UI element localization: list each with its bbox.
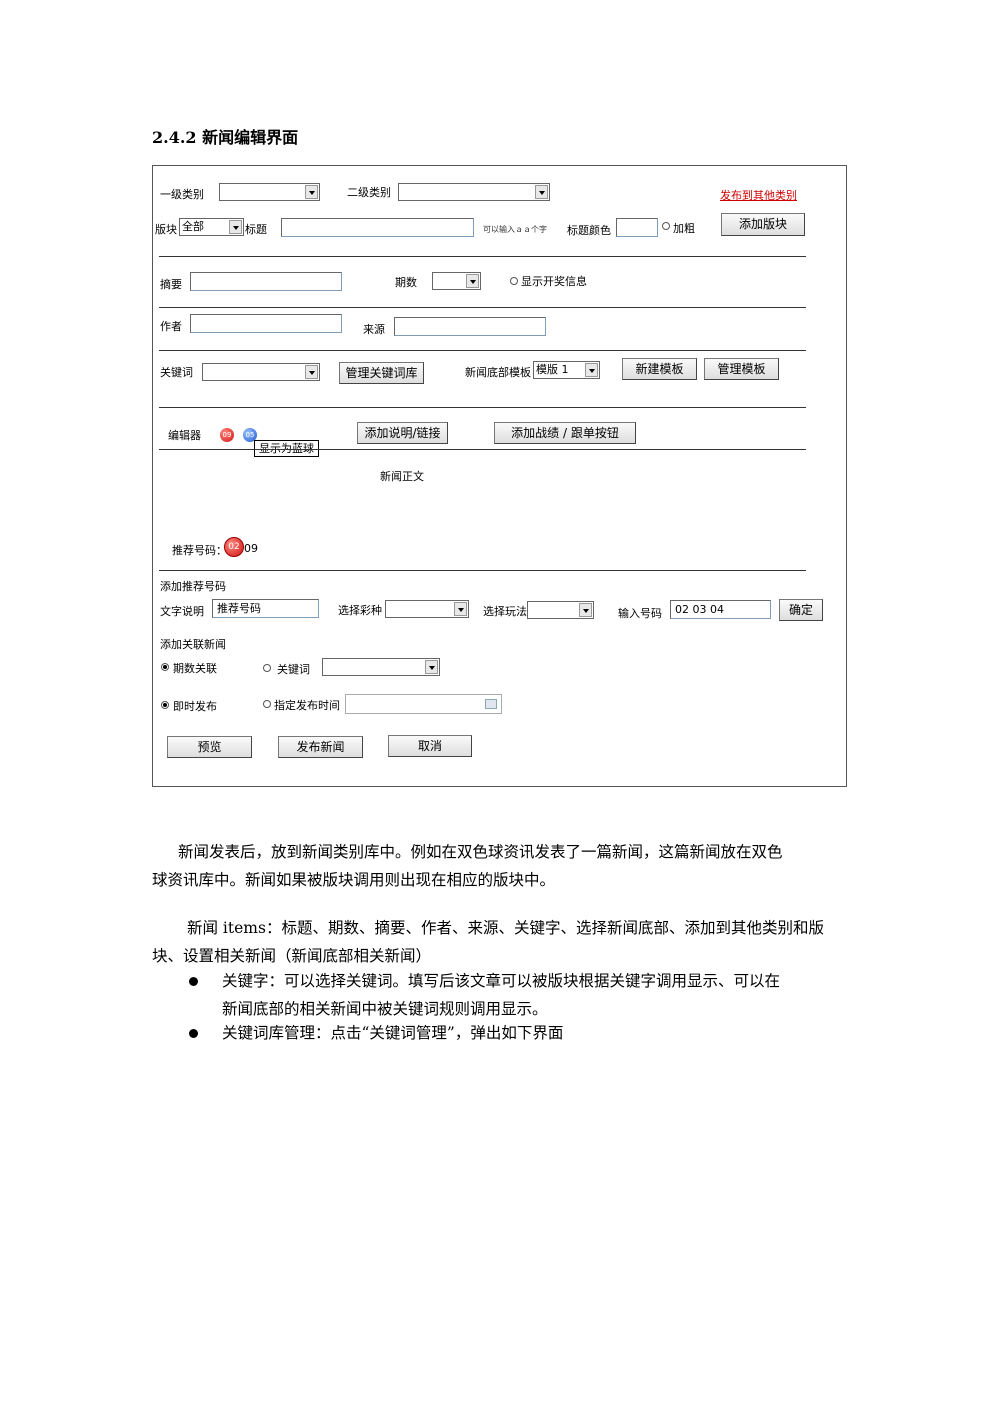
summary-input[interactable] bbox=[190, 272, 342, 291]
bold-label: 加粗 bbox=[673, 222, 695, 235]
title-label: 标题 bbox=[245, 223, 267, 236]
add-desc-button[interactable]: 添加说明/链接 bbox=[357, 422, 448, 444]
chevron-down-icon bbox=[305, 185, 318, 199]
chevron-down-icon bbox=[535, 185, 548, 199]
chevron-down-icon bbox=[454, 602, 467, 616]
divider bbox=[159, 307, 806, 308]
issue-select[interactable] bbox=[432, 272, 481, 290]
preview-button[interactable]: 预览 bbox=[167, 736, 252, 758]
block-value: 全部 bbox=[182, 220, 204, 233]
paragraph-line: 球资讯库中。新闻如果被版块调用则出现在相应的版块中。 bbox=[152, 871, 556, 889]
add-recommend-label: 添加推荐号码 bbox=[160, 580, 226, 593]
divider bbox=[159, 350, 806, 351]
lottery-type-select[interactable] bbox=[385, 600, 469, 618]
cancel-button[interactable]: 取消 bbox=[388, 735, 472, 757]
issue-related-label: 期数关联 bbox=[173, 662, 217, 675]
chevron-down-icon bbox=[425, 660, 438, 674]
chevron-down-icon bbox=[585, 363, 598, 377]
source-label: 来源 bbox=[363, 323, 385, 336]
show-lottery-radio[interactable] bbox=[510, 277, 518, 285]
input-numbers-label: 输入号码 bbox=[618, 607, 662, 620]
keyword-related-label: 关键词 bbox=[277, 663, 310, 676]
keyword-related-select[interactable] bbox=[322, 658, 440, 676]
issue-related-radio[interactable] bbox=[161, 663, 169, 671]
keyword-related-radio[interactable] bbox=[263, 664, 271, 672]
footer-template-select[interactable]: 模版 1 bbox=[533, 361, 600, 379]
paragraph-line: 新闻 items：标题、期数、摘要、作者、来源、关键字、选择新闻底部、添加到其他… bbox=[187, 919, 824, 937]
chevron-down-icon bbox=[229, 220, 242, 234]
category1-label: 一级类别 bbox=[160, 188, 204, 201]
confirm-button[interactable]: 确定 bbox=[779, 599, 823, 621]
title-hint: 可以输入ａａ个字 bbox=[483, 225, 547, 234]
bullet-icon bbox=[189, 1029, 198, 1038]
play-type-select[interactable] bbox=[527, 601, 594, 619]
bullet-text: 关键词库管理：点击“关键词管理”，弹出如下界面 bbox=[222, 1024, 564, 1042]
publish-now-label: 即时发布 bbox=[173, 700, 217, 713]
paragraph-line: 新闻发表后，放到新闻类别库中。例如在双色球资讯发表了一篇新闻，这篇新闻放在双色 bbox=[178, 843, 783, 861]
category1-select[interactable] bbox=[219, 183, 320, 201]
section-title: 2.4.2 新闻编辑界面 bbox=[152, 128, 299, 147]
source-input[interactable] bbox=[394, 317, 546, 336]
title-input[interactable] bbox=[281, 218, 474, 237]
divider bbox=[159, 407, 806, 408]
issue-label: 期数 bbox=[395, 276, 417, 289]
chevron-down-icon bbox=[305, 365, 318, 379]
chevron-down-icon bbox=[466, 274, 479, 288]
bullet-text: 关键字：可以选择关键词。填写后该文章可以被版块根据关键字调用显示、可以在 bbox=[222, 972, 781, 990]
editor-label: 编辑器 bbox=[168, 429, 201, 442]
divider bbox=[159, 449, 806, 450]
scheduled-label: 指定发布时间 bbox=[274, 699, 340, 712]
manage-keywords-button[interactable]: 管理关键词库 bbox=[339, 362, 424, 384]
title-color-label: 标题颜色 bbox=[567, 224, 611, 237]
bold-radio[interactable] bbox=[662, 222, 670, 230]
input-numbers-input[interactable]: 02 03 04 bbox=[670, 600, 771, 619]
new-template-button[interactable]: 新建模板 bbox=[622, 358, 697, 380]
author-input[interactable] bbox=[190, 314, 342, 333]
recommend-label: 推荐号码： bbox=[172, 544, 227, 557]
publish-button[interactable]: 发布新闻 bbox=[278, 736, 363, 758]
scheduled-radio[interactable] bbox=[263, 700, 271, 708]
body-label: 新闻正文 bbox=[380, 470, 424, 483]
publish-now-radio[interactable] bbox=[161, 701, 169, 709]
footer-template-value: 模版 1 bbox=[536, 363, 569, 376]
block-label: 版块 bbox=[155, 223, 177, 236]
block-select[interactable]: 全部 bbox=[179, 218, 244, 236]
scheduled-time-input[interactable] bbox=[345, 694, 502, 714]
divider bbox=[159, 570, 806, 571]
recommend-ball-icon: 02 bbox=[224, 537, 244, 557]
chevron-down-icon bbox=[579, 603, 592, 617]
show-lottery-label: 显示开奖信息 bbox=[521, 275, 587, 288]
recommend-extra: 09 bbox=[244, 542, 258, 555]
lottery-type-label: 选择彩种 bbox=[338, 604, 382, 617]
footer-template-label: 新闻底部模板 bbox=[465, 366, 531, 379]
play-type-label: 选择玩法 bbox=[483, 605, 527, 618]
keyword-label: 关键词 bbox=[160, 366, 193, 379]
keyword-select[interactable] bbox=[202, 363, 320, 381]
publish-other-link[interactable]: 发布到其他类别 bbox=[720, 187, 797, 203]
author-label: 作者 bbox=[160, 320, 182, 333]
divider bbox=[159, 256, 806, 257]
summary-label: 摘要 bbox=[160, 278, 182, 291]
bullet-icon bbox=[189, 977, 198, 986]
related-news-label: 添加关联新闻 bbox=[160, 638, 226, 651]
manage-template-button[interactable]: 管理模板 bbox=[704, 358, 779, 380]
add-block-button[interactable]: 添加版块 bbox=[721, 213, 805, 236]
category2-select[interactable] bbox=[398, 183, 550, 201]
text-desc-label: 文字说明 bbox=[160, 605, 204, 618]
category2-label: 二级类别 bbox=[347, 186, 391, 199]
text-desc-input[interactable]: 推荐号码 bbox=[212, 599, 319, 618]
title-color-input[interactable] bbox=[616, 218, 658, 237]
calendar-icon[interactable] bbox=[485, 699, 497, 709]
red-ball-icon[interactable]: 09 bbox=[220, 428, 234, 442]
add-record-button[interactable]: 添加战绩 / 跟单按钮 bbox=[494, 422, 636, 444]
